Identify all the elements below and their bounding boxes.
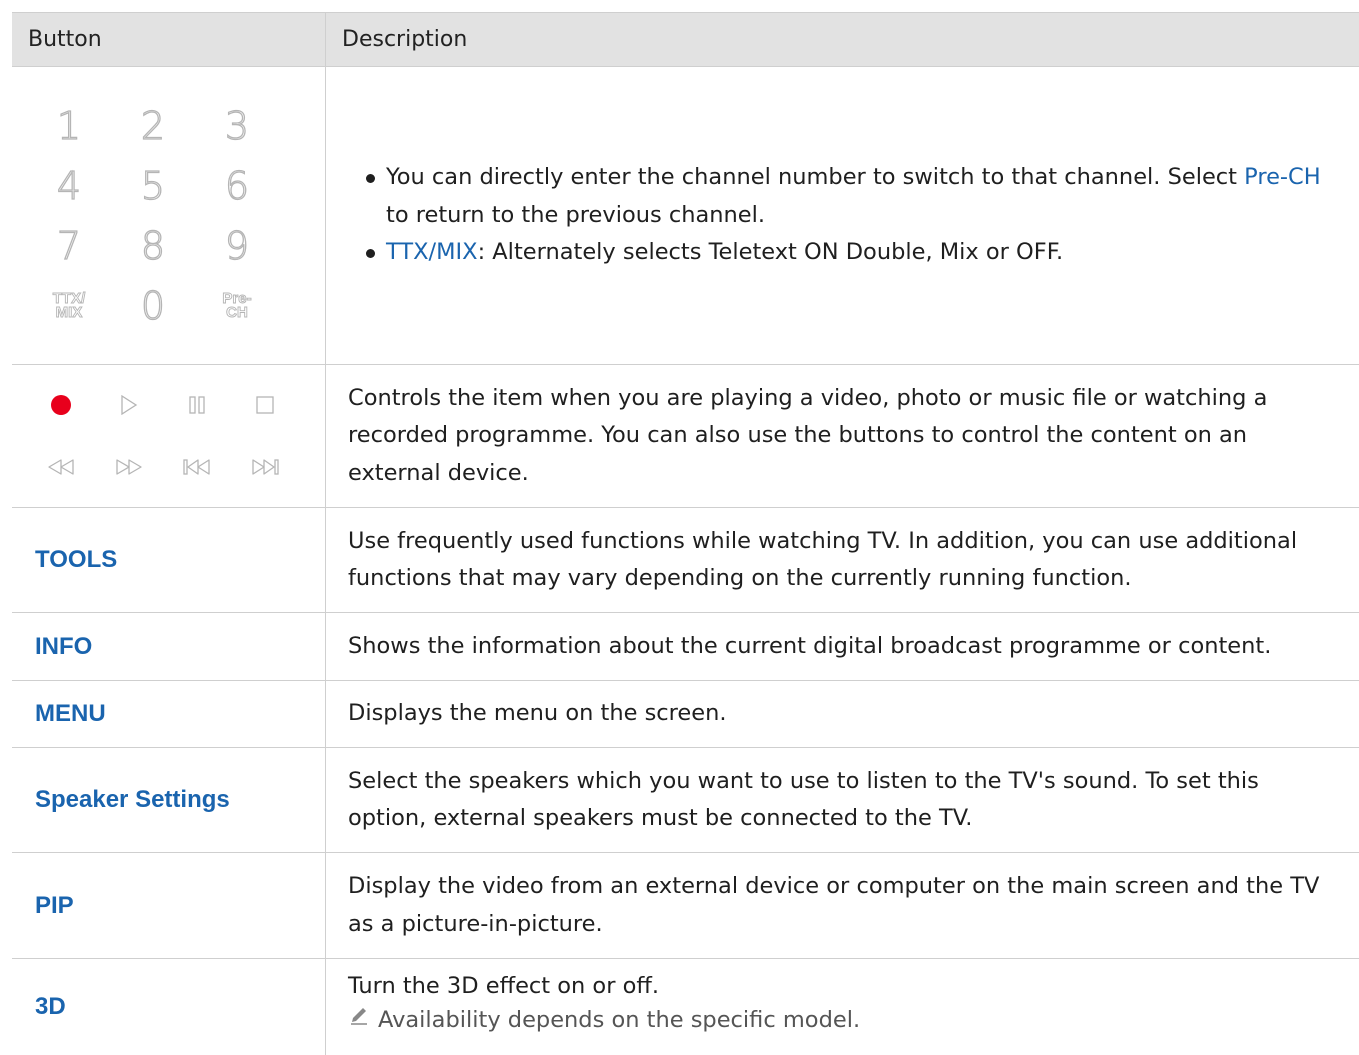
tools-button-label: TOOLS bbox=[35, 546, 118, 573]
button-cell: 3D bbox=[12, 959, 326, 1055]
table-row-info: INFO Shows the information about the cur… bbox=[12, 613, 1359, 681]
table-row-media-keys: Controls the item when you are playing a… bbox=[12, 365, 1359, 508]
pause-icon bbox=[163, 374, 231, 436]
header-button: Button bbox=[12, 13, 326, 66]
previous-icon bbox=[163, 436, 231, 498]
menu-button-label: MENU bbox=[35, 700, 106, 727]
3d-button-label: 3D bbox=[35, 993, 66, 1020]
3d-description: Turn the 3D effect on or off. Availabili… bbox=[326, 959, 1359, 1055]
table-row-pip: PIP Display the video from an external d… bbox=[12, 853, 1359, 959]
button-cell: PIP bbox=[12, 853, 326, 958]
speaker-settings-button-label: Speaker Settings bbox=[35, 786, 230, 813]
button-cell: TOOLS bbox=[12, 508, 326, 612]
key-pre-ch: Pre- CH bbox=[195, 276, 279, 336]
remote-buttons-table: Button Description 1 2 3 4 5 6 7 8 9 TTX… bbox=[12, 12, 1359, 1055]
key-1: 1 bbox=[56, 103, 82, 148]
note-text: Availability depends on the specific mod… bbox=[378, 1007, 861, 1033]
key-8: 8 bbox=[140, 223, 166, 268]
key-0: 0 bbox=[140, 283, 166, 328]
bullet-text: You can directly enter the channel numbe… bbox=[386, 164, 1245, 191]
pip-description: Display the video from an external devic… bbox=[348, 873, 1320, 937]
number-keypad-cell: 1 2 3 4 5 6 7 8 9 TTX/ MIX 0 Pre- CH bbox=[12, 67, 326, 364]
key-3: 3 bbox=[224, 103, 250, 148]
button-cell: INFO bbox=[12, 613, 326, 680]
info-description: Shows the information about the current … bbox=[348, 632, 1272, 659]
media-keys-cell bbox=[12, 365, 326, 507]
list-item: You can directly enter the channel numbe… bbox=[366, 159, 1339, 234]
key-2: 2 bbox=[140, 103, 166, 148]
number-keys-bullets: You can directly enter the channel numbe… bbox=[348, 159, 1339, 272]
record-icon bbox=[27, 374, 95, 436]
ttx-mix-link[interactable]: TTX/MIX bbox=[386, 239, 478, 265]
table-row-menu: MENU Displays the menu on the screen. bbox=[12, 681, 1359, 748]
pencil-note-icon bbox=[348, 1003, 378, 1037]
bullet-text: to return to the previous channel. bbox=[386, 201, 766, 228]
table-row-tools: TOOLS Use frequently used functions whil… bbox=[12, 508, 1359, 613]
pre-ch-link[interactable]: Pre-CH bbox=[1244, 164, 1321, 190]
bullet-text: : Alternately selects Teletext ON Double… bbox=[477, 239, 1064, 266]
pip-button-label: PIP bbox=[35, 891, 74, 919]
menu-description: Displays the menu on the screen. bbox=[348, 700, 727, 727]
table-header: Button Description bbox=[12, 12, 1359, 67]
button-cell: Speaker Settings bbox=[12, 748, 326, 852]
key-ttx-mix: TTX/ MIX bbox=[27, 276, 111, 336]
key-6: 6 bbox=[224, 163, 250, 208]
table-row-speaker-settings: Speaker Settings Select the speakers whi… bbox=[12, 748, 1359, 853]
media-keys bbox=[27, 374, 299, 498]
table-row-3d: 3D Turn the 3D effect on or off. Availab… bbox=[12, 959, 1359, 1055]
table-row-number-keys: 1 2 3 4 5 6 7 8 9 TTX/ MIX 0 Pre- CH You… bbox=[12, 67, 1359, 365]
key-9: 9 bbox=[224, 223, 250, 268]
header-description: Description bbox=[342, 26, 468, 52]
tools-description: Use frequently used functions while watc… bbox=[348, 527, 1298, 592]
rewind-icon bbox=[27, 436, 95, 498]
availability-note: Availability depends on the specific mod… bbox=[348, 1003, 1339, 1037]
number-keypad: 1 2 3 4 5 6 7 8 9 TTX/ MIX 0 Pre- CH bbox=[27, 96, 279, 336]
speaker-settings-description: Select the speakers which you want to us… bbox=[348, 767, 1259, 832]
key-5: 5 bbox=[140, 163, 166, 208]
info-button-label: INFO bbox=[35, 632, 93, 660]
next-icon bbox=[231, 436, 299, 498]
stop-icon bbox=[231, 374, 299, 436]
key-4: 4 bbox=[56, 163, 82, 208]
fast-forward-icon bbox=[95, 436, 163, 498]
number-keys-description: You can directly enter the channel numbe… bbox=[326, 67, 1359, 364]
button-cell: MENU bbox=[12, 681, 326, 747]
list-item: TTX/MIX: Alternately selects Teletext ON… bbox=[366, 234, 1339, 272]
play-icon bbox=[95, 374, 163, 436]
ttx-bottom-label: MIX bbox=[55, 303, 83, 321]
media-keys-description: Controls the item when you are playing a… bbox=[348, 384, 1268, 486]
3d-description-text: Turn the 3D effect on or off. bbox=[348, 973, 660, 999]
prech-bottom-label: CH bbox=[226, 303, 249, 321]
key-7: 7 bbox=[56, 223, 82, 268]
